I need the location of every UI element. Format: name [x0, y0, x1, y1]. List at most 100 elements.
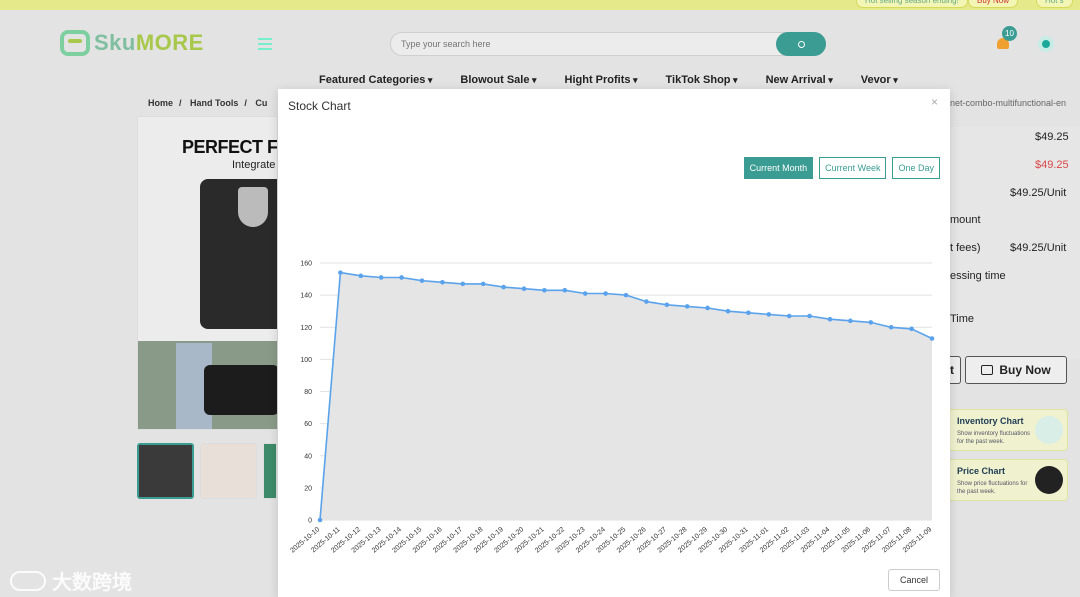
breadcrumb-current[interactable]: Cu — [255, 98, 267, 108]
thumbnail-strip — [137, 443, 277, 499]
y-tick-label: 80 — [304, 389, 312, 396]
data-point — [582, 291, 588, 296]
amount-label: mount — [950, 214, 981, 226]
unit-price-value: $49.25/Unit — [1010, 187, 1067, 199]
y-tick-label: 140 — [300, 293, 312, 300]
data-point — [888, 324, 894, 330]
data-point — [542, 288, 547, 293]
nav-featured-categories[interactable]: Featured Categories — [319, 74, 432, 86]
logo-text-b: MORE — [135, 30, 204, 55]
range-tabs: Current Month Current Week One Day — [743, 157, 940, 179]
product-slug: net-combo-multifunctional-en — [950, 98, 1067, 108]
y-tick-label: 20 — [304, 485, 312, 492]
data-point — [399, 275, 404, 280]
fees-label: t fees) — [950, 242, 981, 254]
stock-line-chart: 0 20 40 60 80 100 120 140 160 2025-10-102025-10-… — [289, 261, 935, 555]
nav-tiktok-shop[interactable]: TikTok Shop — [666, 74, 738, 86]
site-logo[interactable]: SkuMORE — [60, 30, 204, 56]
sale-price-value: $49.25 — [1035, 159, 1069, 171]
data-point — [644, 299, 649, 304]
main-nav: Featured Categories Blowout Sale Hight P… — [319, 74, 898, 86]
menu-toggle-icon[interactable] — [258, 38, 272, 50]
data-point — [623, 292, 629, 298]
data-point — [909, 326, 914, 332]
image-subheadline: Integrate — [232, 159, 276, 171]
search-bar — [390, 32, 826, 56]
data-point — [358, 273, 364, 279]
price-chart-card[interactable]: Price Chart Show price fluctuations for … — [948, 459, 1068, 501]
close-icon[interactable]: × — [931, 95, 938, 109]
buy-now-label: Buy Now — [999, 363, 1051, 377]
tab-current-week[interactable]: Current Week — [819, 157, 887, 179]
tab-current-month[interactable]: Current Month — [743, 157, 814, 179]
shipping-time-label: Time — [950, 313, 975, 325]
y-tick-label: 120 — [300, 325, 312, 332]
cancel-button[interactable]: Cancel — [888, 569, 940, 591]
logo-text-a: Sku — [94, 30, 136, 55]
data-point — [419, 278, 425, 283]
data-point — [786, 313, 792, 319]
search-input[interactable] — [401, 39, 761, 49]
modal-title: Stock Chart — [288, 99, 351, 113]
user-avatar[interactable] — [1038, 36, 1054, 52]
search-icon — [797, 40, 805, 48]
inventory-chart-desc: Show inventory fluctuations for the past… — [957, 431, 1031, 445]
watermark: 大数跨境 — [10, 566, 132, 595]
image-headline: PERFECT FOR — [182, 137, 278, 157]
y-tick-label: 40 — [304, 453, 312, 460]
data-point — [317, 517, 323, 523]
data-point — [378, 275, 384, 280]
data-point — [766, 312, 772, 317]
promo-buy-now-link[interactable]: Buy Now — [968, 0, 1019, 8]
breadcrumb-hand-tools[interactable]: Hand Tools — [190, 98, 238, 108]
product-main-image[interactable]: PERFECT FOR Integrate — [137, 116, 278, 430]
nav-new-arrival[interactable]: New Arrival — [766, 74, 833, 86]
data-point — [827, 316, 833, 322]
data-point — [746, 310, 751, 316]
watermark-text: 大数跨境 — [52, 572, 132, 594]
data-point — [338, 270, 343, 275]
stock-area-fill — [320, 272, 932, 520]
logo-icon — [60, 30, 90, 56]
inventory-chart-title: Inventory Chart — [957, 416, 1024, 426]
data-point — [480, 281, 486, 287]
nav-vevor[interactable]: Vevor — [861, 74, 898, 86]
data-point — [705, 305, 710, 311]
thumbnail-3[interactable] — [263, 443, 277, 499]
stock-chart-modal: Stock Chart × Current Month Current Week… — [278, 89, 950, 597]
promo-text-right: Hot s — [1036, 0, 1073, 8]
y-tick-label: 160 — [300, 261, 312, 268]
data-point — [501, 284, 506, 290]
watermark-logo-icon — [10, 570, 46, 591]
price-chart-desc: Show price fluctuations for the past wee… — [957, 481, 1028, 495]
data-point — [807, 313, 812, 319]
y-tick-label: 60 — [304, 421, 312, 428]
data-point — [521, 286, 527, 291]
data-point — [684, 304, 690, 309]
processing-time-label: essing time — [950, 270, 1006, 282]
shovel-illustration — [238, 187, 268, 227]
breadcrumb-home[interactable]: Home — [148, 98, 173, 108]
breadcrumb: Home / Hand Tools / Cu — [148, 98, 268, 108]
search-button[interactable] — [776, 32, 826, 56]
nav-hight-profits[interactable]: Hight Profits — [565, 74, 638, 86]
nav-blowout-sale[interactable]: Blowout Sale — [460, 74, 536, 86]
data-point — [603, 291, 608, 296]
notification-badge: 10 — [1002, 26, 1017, 41]
data-point — [460, 281, 466, 287]
y-tick-label: 100 — [300, 357, 312, 364]
thumbnail-2[interactable] — [200, 443, 257, 499]
tab-one-day[interactable]: One Day — [892, 157, 940, 179]
data-point — [868, 320, 874, 325]
buy-now-button[interactable]: Buy Now — [965, 356, 1067, 384]
thumbnail-1[interactable] — [137, 443, 194, 499]
price-chart-title: Price Chart — [957, 466, 1006, 476]
data-point — [848, 318, 853, 324]
fees-unit-price-value: $49.25/Unit — [1010, 242, 1067, 254]
cat-mascot-icon — [1035, 466, 1063, 494]
inventory-chart-card[interactable]: Inventory Chart Show inventory fluctuati… — [948, 409, 1068, 451]
carry-case-illustration — [204, 365, 277, 415]
announcement-bar: Hot selling season ending! Buy Now Hot s — [0, 0, 1080, 10]
y-tick-label: 0 — [308, 518, 312, 525]
data-point — [725, 308, 731, 314]
